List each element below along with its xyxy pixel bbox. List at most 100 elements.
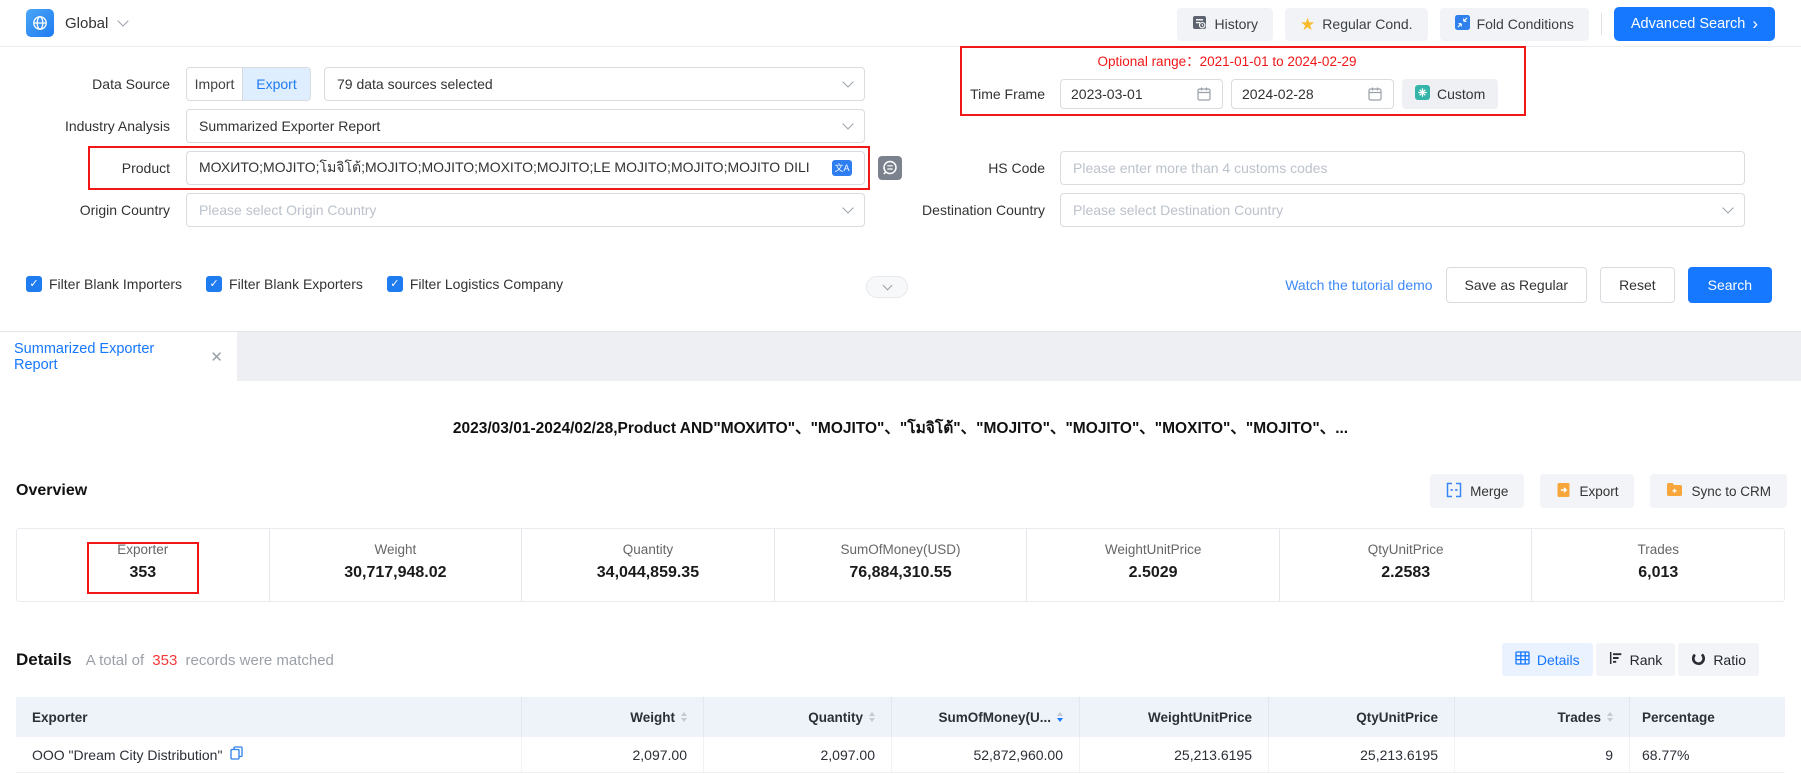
sort-icon[interactable] [1607, 712, 1613, 722]
table-header: Exporter Weight Quantity SumOfMoney(U...… [16, 697, 1785, 737]
view-details-button[interactable]: Details [1502, 643, 1593, 676]
data-source-value: 79 data sources selected [337, 76, 493, 92]
data-source-toggle: Import Export [186, 67, 311, 101]
merge-label: Merge [1470, 484, 1508, 499]
stat-label: QtyUnitPrice [1280, 542, 1532, 557]
stat-value: 76,884,310.55 [775, 564, 1027, 582]
column-label: Percentage [1642, 710, 1715, 725]
exporter-name[interactable]: OOO "Dream City Distribution" [32, 747, 222, 763]
region-selector[interactable]: Global [26, 9, 127, 37]
column-header-exporter: Exporter [16, 697, 522, 737]
trade-search-page: Global History ★ Regular Cond. Fold Cond… [0, 0, 1801, 774]
details-table: Exporter Weight Quantity SumOfMoney(U...… [16, 697, 1785, 773]
search-button[interactable]: Search [1688, 267, 1772, 303]
origin-country-select[interactable]: Please select Origin Country [186, 193, 865, 227]
sync-to-crm-label: Sync to CRM [1691, 484, 1771, 499]
column-header-weight[interactable]: Weight [522, 697, 704, 737]
column-header-sum-of-money[interactable]: SumOfMoney(U... [892, 697, 1080, 737]
product-label: Product [0, 151, 170, 185]
destination-country-label: Destination Country [875, 193, 1045, 227]
checkbox-checked-icon [26, 276, 42, 292]
top-bar: Global History ★ Regular Cond. Fold Cond… [0, 0, 1801, 47]
rank-chart-icon [1609, 651, 1623, 668]
checkbox-label: Filter Blank Importers [49, 276, 182, 292]
cell-trades: 9 [1455, 737, 1630, 772]
view-rank-button[interactable]: Rank [1596, 643, 1676, 676]
total-prefix: A total of [86, 652, 144, 669]
checkbox-checked-icon [387, 276, 403, 292]
date-start-input[interactable]: 2023-03-01 [1060, 79, 1223, 109]
top-bar-actions: History ★ Regular Cond. Fold Conditions … [1177, 7, 1775, 41]
destination-country-placeholder: Please select Destination Country [1073, 202, 1283, 218]
time-frame-label: Time Frame [875, 79, 1045, 109]
filter-blank-exporters-checkbox[interactable]: Filter Blank Exporters [206, 276, 363, 292]
copy-icon[interactable] [230, 746, 243, 763]
column-header-quantity[interactable]: Quantity [704, 697, 892, 737]
view-ratio-button[interactable]: Ratio [1678, 643, 1759, 676]
sync-to-crm-button[interactable]: Sync to CRM [1650, 474, 1787, 508]
sort-icon[interactable] [681, 712, 687, 722]
view-switcher: Details Rank Ratio [1502, 643, 1759, 676]
column-header-trades[interactable]: Trades [1455, 697, 1630, 737]
hs-code-label: HS Code [875, 151, 1045, 185]
save-as-regular-button[interactable]: Save as Regular [1446, 267, 1588, 303]
industry-analysis-value: Summarized Exporter Report [199, 118, 380, 134]
optional-range-note: Optional range：2021-01-01 to 2024-02-29 [1060, 50, 1394, 70]
column-label: Quantity [808, 710, 863, 725]
sort-icon-active-desc[interactable] [1057, 712, 1063, 722]
divider [1601, 13, 1602, 35]
custom-range-button[interactable]: Custom [1402, 79, 1498, 109]
tab-label: Summarized Exporter Report [14, 341, 198, 373]
data-source-select[interactable]: 79 data sources selected [324, 67, 865, 101]
industry-analysis-select[interactable]: Summarized Exporter Report [186, 109, 865, 143]
merge-button[interactable]: Merge [1430, 474, 1524, 508]
filter-logistics-company-checkbox[interactable]: Filter Logistics Company [387, 276, 563, 292]
export-toggle[interactable]: Export [243, 68, 310, 100]
date-start-value: 2023-03-01 [1071, 86, 1143, 102]
filter-blank-importers-checkbox[interactable]: Filter Blank Importers [26, 276, 182, 292]
hs-code-input[interactable]: Please enter more than 4 customs codes [1060, 151, 1745, 185]
advanced-search-label: Advanced Search [1631, 16, 1745, 32]
history-button[interactable]: History [1177, 8, 1273, 41]
export-button[interactable]: Export [1540, 474, 1634, 508]
checkbox-label: Filter Blank Exporters [229, 276, 363, 292]
region-label: Global [65, 15, 108, 32]
column-label: Exporter [32, 710, 88, 725]
translate-icon[interactable]: 文A [832, 160, 852, 176]
import-toggle[interactable]: Import [187, 68, 243, 100]
history-icon [1192, 15, 1207, 33]
hs-code-placeholder: Please enter more than 4 customs codes [1073, 160, 1327, 176]
export-label: Export [1579, 484, 1618, 499]
stat-value: 2.2583 [1280, 564, 1532, 582]
product-input[interactable]: МОХИТО;MOJITO;โมจิโต้;MOJITO;MOJITO;MOXI… [186, 151, 865, 185]
data-source-label: Data Source [0, 67, 170, 101]
stat-quantity: Quantity 34,044,859.35 [521, 529, 774, 601]
tab-summarized-exporter-report[interactable]: Summarized Exporter Report ✕ [0, 332, 237, 382]
tab-bar: Summarized Exporter Report ✕ [0, 331, 1801, 381]
cell-percentage: 68.77% [1630, 737, 1785, 772]
regular-cond-button[interactable]: ★ Regular Cond. [1285, 8, 1428, 41]
date-end-input[interactable]: 2024-02-28 [1231, 79, 1394, 109]
cell-weight-unit-price: 25,213.6195 [1080, 737, 1269, 772]
reset-button[interactable]: Reset [1600, 267, 1675, 303]
stat-label: Exporter [17, 542, 269, 557]
chevron-down-icon [882, 281, 892, 291]
merge-icon [1446, 482, 1462, 501]
stat-sum-of-money: SumOfMoney(USD) 76,884,310.55 [774, 529, 1027, 601]
view-ratio-label: Ratio [1713, 652, 1746, 668]
industry-analysis-label: Industry Analysis [0, 109, 170, 143]
stat-value: 6,013 [1532, 564, 1784, 582]
collapse-conditions-toggle[interactable] [866, 276, 908, 298]
cell-sum-of-money: 52,872,960.00 [892, 737, 1080, 772]
stat-label: Trades [1532, 542, 1784, 557]
fold-conditions-button[interactable]: Fold Conditions [1440, 8, 1589, 41]
advanced-search-button[interactable]: Advanced Search › [1614, 7, 1775, 41]
stat-trades: Trades 6,013 [1531, 529, 1784, 601]
table-row[interactable]: OOO "Dream City Distribution" 2,097.00 2… [16, 737, 1785, 773]
destination-country-select[interactable]: Please select Destination Country [1060, 193, 1745, 227]
history-label: History [1214, 16, 1258, 32]
tutorial-link[interactable]: Watch the tutorial demo [1285, 277, 1432, 293]
close-icon[interactable]: ✕ [210, 348, 223, 366]
sort-icon[interactable] [869, 712, 875, 722]
stat-label: WeightUnitPrice [1027, 542, 1279, 557]
